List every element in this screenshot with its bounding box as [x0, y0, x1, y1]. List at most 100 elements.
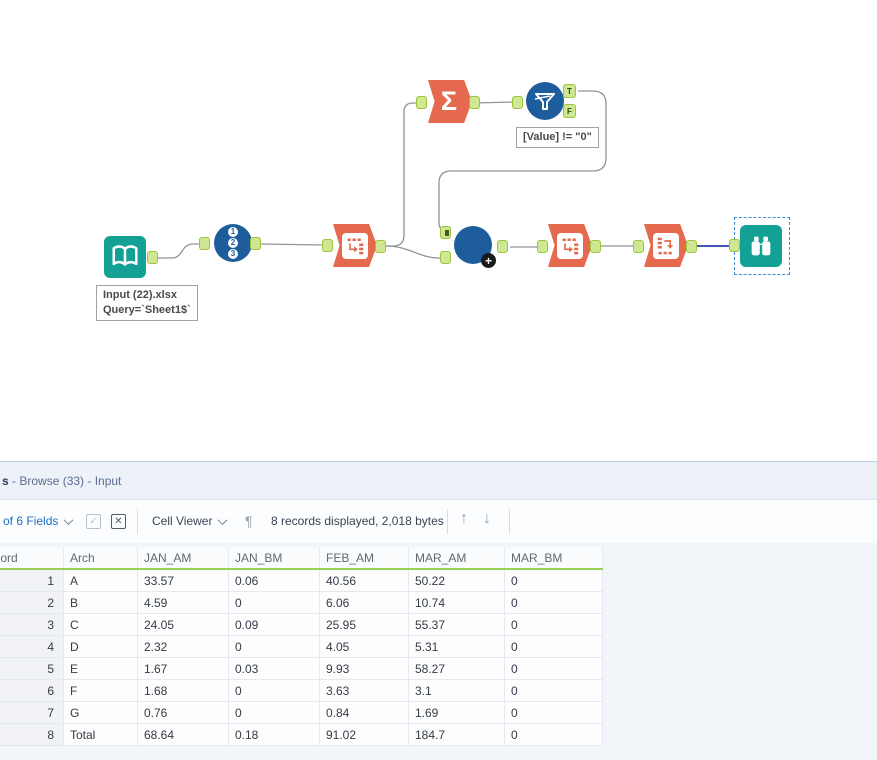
fields-dropdown[interactable]: 6 of 6 Fields	[0, 514, 74, 528]
table-cell[interactable]: 0.06	[228, 569, 320, 592]
table-cell[interactable]: E	[63, 657, 138, 680]
table-cell[interactable]: 3.63	[319, 679, 409, 702]
table-cell[interactable]: 9.93	[319, 657, 409, 680]
deselect-cells-icon[interactable]: ✕	[111, 514, 126, 529]
scroll-up-button[interactable]: ↑	[460, 510, 468, 528]
recordid-output-anchor[interactable]	[250, 237, 261, 250]
table-cell[interactable]: 0	[504, 591, 603, 614]
append-source-input-anchor[interactable]	[440, 251, 451, 264]
row-number-cell[interactable]: 2	[0, 591, 64, 614]
table-cell[interactable]: Total	[63, 723, 138, 746]
table-cell[interactable]: 3.1	[408, 679, 505, 702]
table-cell[interactable]: B	[63, 591, 138, 614]
table-cell[interactable]: 10.74	[408, 591, 505, 614]
row-number-cell[interactable]: 1	[0, 569, 64, 592]
row-number-cell[interactable]: 7	[0, 701, 64, 724]
input-annotation[interactable]: Input (22).xlsx Query=`Sheet1$`	[96, 285, 198, 321]
select-all-checkbox-icon[interactable]: ✓	[86, 514, 101, 529]
tool-browse[interactable]	[740, 225, 782, 267]
table-cell[interactable]: C	[63, 613, 138, 636]
table-cell[interactable]: 0	[228, 701, 320, 724]
column-header-mar_bm[interactable]: MAR_BM	[504, 547, 603, 570]
transpose2-input-anchor[interactable]	[537, 240, 548, 253]
table-cell[interactable]: 0	[228, 679, 320, 702]
table-cell[interactable]: 0	[228, 635, 320, 658]
table-cell[interactable]: 0	[504, 701, 603, 724]
table-cell[interactable]: 0	[504, 723, 603, 746]
input-output-anchor[interactable]	[147, 251, 158, 264]
table-cell[interactable]: D	[63, 635, 138, 658]
filter-input-anchor[interactable]	[512, 96, 523, 109]
column-header-jan_am[interactable]: JAN_AM	[137, 547, 229, 570]
table-cell[interactable]: 0	[504, 657, 603, 680]
table-cell[interactable]: 184.7	[408, 723, 505, 746]
column-header-jan_bm[interactable]: JAN_BM	[228, 547, 320, 570]
row-number-cell[interactable]: 3	[0, 613, 64, 636]
table-cell[interactable]: 0.09	[228, 613, 320, 636]
tool-input-data[interactable]	[104, 236, 146, 278]
scroll-down-button[interactable]: ↓	[483, 510, 491, 528]
filter-false-output-anchor[interactable]: F	[563, 104, 576, 118]
column-header-mar_am[interactable]: MAR_AM	[408, 547, 505, 570]
table-cell[interactable]: 33.57	[137, 569, 229, 592]
table-cell[interactable]: 6.06	[319, 591, 409, 614]
recordid-input-anchor[interactable]	[199, 237, 210, 250]
summarize-input-anchor[interactable]	[416, 96, 427, 109]
table-cell[interactable]: 91.02	[319, 723, 409, 746]
table-cell[interactable]: 0	[504, 635, 603, 658]
table-cell[interactable]: 1.68	[137, 679, 229, 702]
column-header-feb_am[interactable]: FEB_AM	[319, 547, 409, 570]
browse-input-anchor[interactable]	[729, 239, 740, 252]
table-cell[interactable]: 0	[504, 613, 603, 636]
connection-transpose-summarize[interactable]	[386, 102, 418, 247]
table-cell[interactable]: 40.56	[319, 569, 409, 592]
table-cell[interactable]: 0.03	[228, 657, 320, 680]
append-target-input-anchor[interactable]	[440, 226, 451, 239]
table-cell[interactable]: 0.84	[319, 701, 409, 724]
transpose2-output-anchor[interactable]	[590, 240, 601, 253]
connection-recordid-transpose[interactable]	[259, 243, 325, 246]
append-output-anchor[interactable]	[497, 240, 508, 253]
whitespace-toggle-icon[interactable]: ¶	[245, 513, 253, 529]
connection-input-recordid[interactable]	[157, 243, 200, 259]
table-cell[interactable]: G	[63, 701, 138, 724]
table-cell[interactable]: 4.59	[137, 591, 229, 614]
table-cell[interactable]: 55.37	[408, 613, 505, 636]
table-cell[interactable]: 24.05	[137, 613, 229, 636]
table-cell[interactable]: 4.05	[319, 635, 409, 658]
table-cell[interactable]: 50.22	[408, 569, 505, 592]
crosstab-output-anchor[interactable]	[686, 240, 697, 253]
cell-viewer-dropdown[interactable]: Cell Viewer	[152, 514, 228, 528]
table-cell[interactable]: 25.95	[319, 613, 409, 636]
table-cell[interactable]: 2.32	[137, 635, 229, 658]
table-cell[interactable]: 0	[504, 679, 603, 702]
tool-append-fields[interactable]: +	[454, 226, 496, 268]
table-cell[interactable]: 0.76	[137, 701, 229, 724]
tool-record-id[interactable]: 1 2 3	[214, 224, 252, 262]
row-number-cell[interactable]: 5	[0, 657, 64, 680]
table-cell[interactable]: 1.69	[408, 701, 505, 724]
table-cell[interactable]: F	[63, 679, 138, 702]
table-cell[interactable]: 0.18	[228, 723, 320, 746]
tool-transpose[interactable]	[333, 224, 377, 267]
column-header-arch[interactable]: Arch	[63, 547, 138, 570]
table-cell[interactable]: 0	[228, 591, 320, 614]
crosstab-input-anchor[interactable]	[633, 240, 644, 253]
connection-transpose-append[interactable]	[385, 245, 441, 259]
transpose-output-anchor[interactable]	[375, 240, 386, 253]
table-cell[interactable]: 1.67	[137, 657, 229, 680]
summarize-output-anchor[interactable]	[469, 96, 480, 109]
results-table[interactable]: RecordArchJAN_AMJAN_BMFEB_AMMAR_AMMAR_BM…	[0, 547, 603, 746]
table-cell[interactable]: 0	[504, 569, 603, 592]
filter-true-output-anchor[interactable]: T	[563, 84, 576, 98]
row-number-cell[interactable]: 6	[0, 679, 64, 702]
table-cell[interactable]: 68.64	[137, 723, 229, 746]
row-number-cell[interactable]: 4	[0, 635, 64, 658]
transpose-input-anchor[interactable]	[322, 239, 333, 252]
tool-filter[interactable]	[526, 82, 564, 120]
table-cell[interactable]: 5.31	[408, 635, 505, 658]
results-tab-bar[interactable]: s - Browse (33) - Input	[0, 461, 877, 500]
row-number-cell[interactable]: 8	[0, 723, 64, 746]
tool-summarize[interactable]: Σ	[428, 80, 472, 123]
table-cell[interactable]: A	[63, 569, 138, 592]
